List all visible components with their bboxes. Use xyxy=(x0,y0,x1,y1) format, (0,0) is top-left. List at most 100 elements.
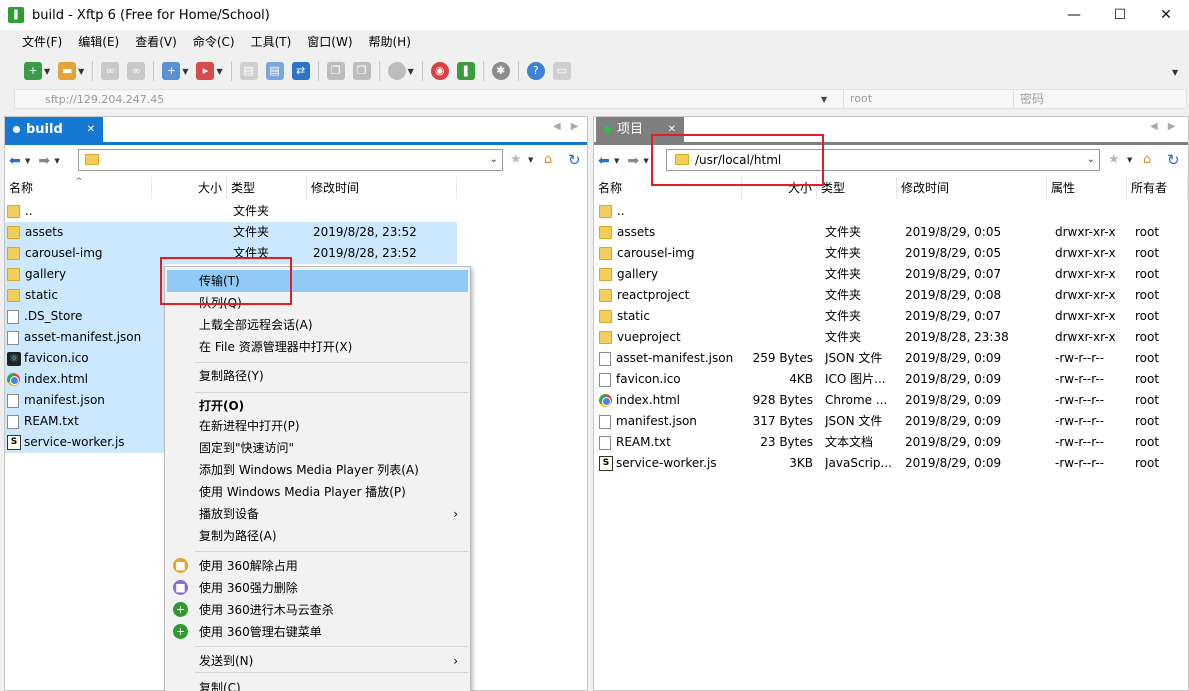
menu-help[interactable]: 帮助(H) xyxy=(361,31,419,53)
chevron-down-icon[interactable]: ▼ xyxy=(528,156,533,164)
menu-command[interactable]: 命令(C) xyxy=(185,31,243,53)
menu-item[interactable]: 上载全部远程会话(A) xyxy=(167,314,468,336)
menu-item[interactable]: 播放到设备 › xyxy=(167,503,468,525)
close-button[interactable]: ✕ xyxy=(1143,0,1189,30)
table-row[interactable]: REAM.txt 23 Bytes 文本文档 2019/8/29, 0:09 -rw-r… xyxy=(594,432,1188,453)
xshell-icon[interactable]: ◉ xyxy=(430,62,449,80)
copy-icon[interactable]: ❐ xyxy=(326,62,345,80)
chevron-down-icon[interactable]: ▼ xyxy=(182,67,188,76)
local-path-input[interactable]: ⌄ xyxy=(78,149,503,171)
table-row[interactable]: manifest.json xyxy=(5,390,165,411)
table-row[interactable]: index.html 928 Bytes Chrome ... 2019/8/29, … xyxy=(594,390,1188,411)
host-input[interactable]: sftp://129.204.247.45 xyxy=(45,91,164,109)
open-folder-icon[interactable]: ▬ xyxy=(58,62,77,80)
disconnect-icon[interactable]: ∞ xyxy=(127,62,146,80)
home-icon[interactable]: ⌂ xyxy=(1143,152,1151,167)
menu-item[interactable]: 在新进程中打开(P) xyxy=(167,415,468,437)
table-row[interactable]: gallery 文件夹 2019/8/29, 0:07 drwxr-xr-x root xyxy=(594,264,1188,285)
tab-menu-icon[interactable]: ▸ xyxy=(196,62,215,80)
menu-item[interactable]: 添加到 Windows Media Player 列表(A) xyxy=(167,459,468,481)
table-row[interactable]: ⚛ favicon.ico xyxy=(5,348,165,369)
column-attributes[interactable]: 属性 xyxy=(1047,177,1127,199)
refresh-icon[interactable]: ↻ xyxy=(1167,151,1180,169)
chevron-down-icon[interactable]: ⌄ xyxy=(1087,150,1095,170)
xftp-icon[interactable]: ❚ xyxy=(456,62,475,80)
chevron-down-icon[interactable]: ▼ xyxy=(614,157,619,165)
home-icon[interactable]: ⌂ xyxy=(544,152,552,167)
star-icon[interactable]: ★ xyxy=(1108,152,1120,167)
column-size[interactable]: 大小 xyxy=(152,177,227,199)
table-row[interactable]: Sservice-worker.js xyxy=(5,432,165,453)
chevron-down-icon[interactable]: ▼ xyxy=(821,91,827,109)
table-row[interactable]: REAM.txt xyxy=(5,411,165,432)
new-tab-icon[interactable]: + xyxy=(162,62,181,80)
tab-scroll-arrows[interactable]: ◀▶ xyxy=(1150,121,1185,132)
refresh-icon[interactable]: ↻ xyxy=(568,151,581,169)
table-row[interactable]: Sservice-worker.js 3KB JavaScrip... 2019/8/… xyxy=(594,453,1188,474)
menu-item[interactable]: 打开(O) xyxy=(167,395,468,417)
upload-icon[interactable]: ▤ xyxy=(239,62,258,80)
table-row[interactable]: gallery xyxy=(5,264,165,285)
record-icon[interactable] xyxy=(387,62,406,80)
tab-build[interactable]: build ✕ xyxy=(5,117,103,142)
table-row[interactable]: assets 文件夹 2019/8/28, 23:52 xyxy=(5,222,457,243)
back-arrow-icon[interactable]: ⬅ xyxy=(9,153,23,169)
chevron-down-icon[interactable]: ▼ xyxy=(643,157,648,165)
table-row[interactable]: assets 文件夹 2019/8/29, 0:05 drwxr-xr-x root xyxy=(594,222,1188,243)
gear-icon[interactable]: ✱ xyxy=(491,62,510,80)
table-row[interactable]: asset-manifest.json 259 Bytes JSON 文件 2019/… xyxy=(594,348,1188,369)
paste-icon[interactable]: ❐ xyxy=(352,62,371,80)
chevron-down-icon[interactable]: ▼ xyxy=(1127,156,1132,164)
table-row[interactable]: static xyxy=(5,285,165,306)
address-bar[interactable]: sftp://129.204.247.45 ▼ root 密码 xyxy=(14,89,1187,109)
maximize-button[interactable]: ☐ xyxy=(1097,0,1143,30)
sync-icon[interactable]: ⇄ xyxy=(291,62,310,80)
column-modified[interactable]: 修改时间 xyxy=(307,177,457,199)
menu-tools[interactable]: 工具(T) xyxy=(243,31,300,53)
table-row[interactable]: static 文件夹 2019/8/29, 0:07 drwxr-xr-x root xyxy=(594,306,1188,327)
column-type[interactable]: 类型 xyxy=(817,177,897,199)
chat-icon[interactable]: ▭ xyxy=(552,62,571,80)
menu-item[interactable]: + 使用 360管理右键菜单 xyxy=(167,621,468,643)
close-icon[interactable]: ✕ xyxy=(87,117,95,142)
menu-item[interactable]: 复制为路径(A) xyxy=(167,525,468,547)
chevron-down-icon[interactable]: ▼ xyxy=(78,67,84,76)
chevron-down-icon[interactable]: ▼ xyxy=(216,67,222,76)
table-row[interactable]: asset-manifest.json xyxy=(5,327,165,348)
menu-item[interactable]: 固定到"快速访问" xyxy=(167,437,468,459)
chevron-down-icon[interactable]: ▼ xyxy=(408,67,414,76)
column-modified[interactable]: 修改时间 xyxy=(897,177,1047,199)
password-input[interactable]: 密码 xyxy=(1013,90,1188,108)
table-row[interactable]: .. xyxy=(594,201,1188,222)
menu-item[interactable]: 使用 Windows Media Player 播放(P) xyxy=(167,481,468,503)
help-icon[interactable]: ? xyxy=(526,62,545,80)
menu-window[interactable]: 窗口(W) xyxy=(299,31,360,53)
menu-item[interactable]: 在 File 资源管理器中打开(X) xyxy=(167,336,468,358)
table-row[interactable]: index.html xyxy=(5,369,165,390)
table-row[interactable]: .DS_Store xyxy=(5,306,165,327)
chevron-down-icon[interactable]: ▼ xyxy=(25,157,30,165)
menu-item[interactable]: 复制(C) xyxy=(167,677,468,691)
tab-scroll-arrows[interactable]: ◀▶ xyxy=(553,121,588,132)
chevron-down-icon[interactable]: ▼ xyxy=(44,67,50,76)
username-input[interactable]: root xyxy=(843,90,1013,108)
menu-edit[interactable]: 编辑(E) xyxy=(70,31,127,53)
column-type[interactable]: 类型 xyxy=(227,177,307,199)
table-row[interactable]: vueproject 文件夹 2019/8/28, 23:38 drwxr-xr-x r… xyxy=(594,327,1188,348)
menu-view[interactable]: 查看(V) xyxy=(127,31,185,53)
forward-arrow-icon[interactable]: ➡ xyxy=(627,153,641,169)
column-owner[interactable]: 所有者 xyxy=(1127,177,1188,199)
menu-item[interactable]: ■ 使用 360解除占用 xyxy=(167,555,468,577)
table-row[interactable]: favicon.ico 4KB ICO 图片... 2019/8/29, 0:09 -r… xyxy=(594,369,1188,390)
menu-item[interactable]: + 使用 360进行木马云查杀 xyxy=(167,599,468,621)
menu-item[interactable]: ■ 使用 360强力删除 xyxy=(167,577,468,599)
menu-file[interactable]: 文件(F) xyxy=(14,31,70,53)
table-row[interactable]: carousel-img 文件夹 2019/8/29, 0:05 drwxr-xr-x… xyxy=(594,243,1188,264)
table-row[interactable]: reactproject 文件夹 2019/8/29, 0:08 drwxr-xr-x… xyxy=(594,285,1188,306)
forward-arrow-icon[interactable]: ➡ xyxy=(38,153,52,169)
back-arrow-icon[interactable]: ⬅ xyxy=(598,153,612,169)
menu-item[interactable]: 复制路径(Y) xyxy=(167,365,468,387)
chevron-down-icon[interactable]: ⌄ xyxy=(490,150,498,170)
minimize-button[interactable]: — xyxy=(1051,0,1097,30)
table-row[interactable]: .. 文件夹 xyxy=(5,201,587,222)
